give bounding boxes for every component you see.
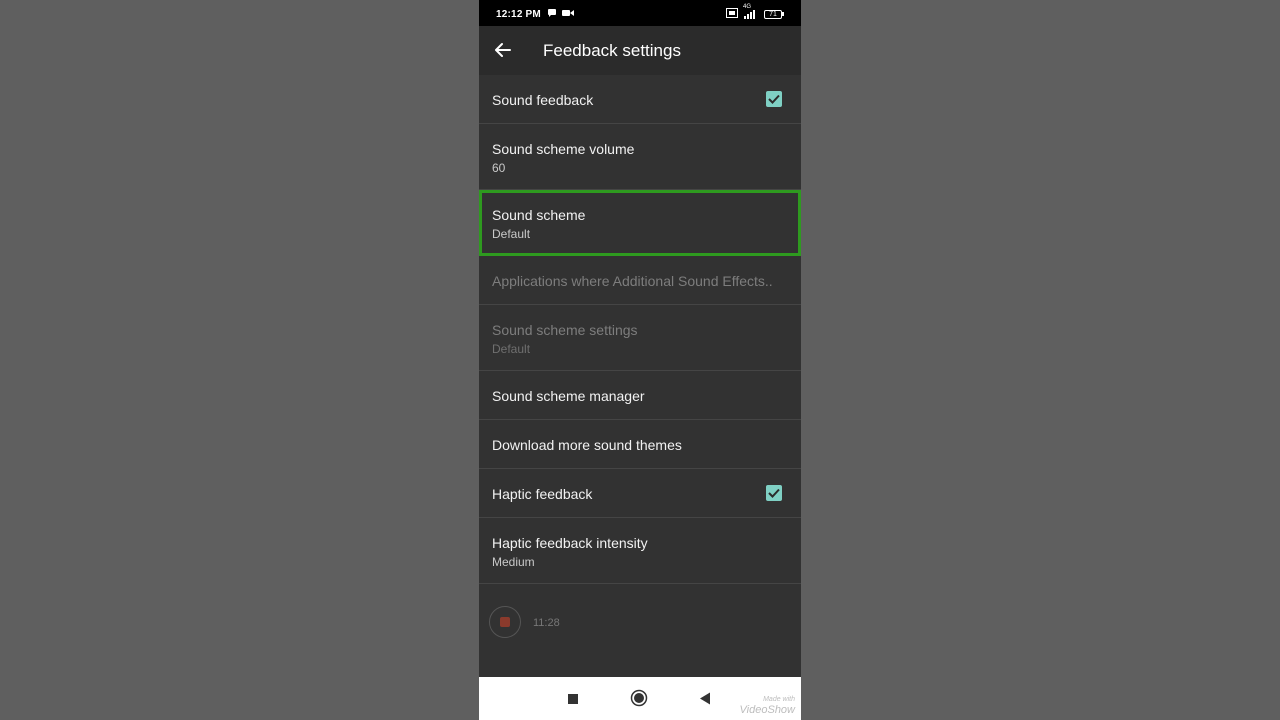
settings-list: Sound feedback Sound scheme volume 60 So…	[479, 75, 801, 584]
setting-label: Sound scheme settings	[492, 322, 638, 338]
volte-icon	[726, 8, 738, 18]
checkmark-icon	[768, 488, 780, 498]
setting-applications-sound-effects: Applications where Additional Sound Effe…	[479, 256, 801, 305]
setting-summary: Medium	[492, 555, 535, 569]
chat-icon	[548, 9, 556, 17]
setting-summary: 60	[492, 161, 506, 175]
setting-sound-scheme[interactable]: Sound scheme Default	[479, 190, 801, 256]
setting-label: Haptic feedback	[492, 486, 593, 502]
record-stop-icon	[500, 617, 510, 627]
screen-recorder-button[interactable]	[489, 606, 521, 638]
page-title: Feedback settings	[543, 41, 681, 60]
setting-haptic-feedback[interactable]: Haptic feedback	[479, 469, 801, 518]
battery-icon: 71	[764, 10, 782, 19]
setting-sound-feedback[interactable]: Sound feedback	[479, 75, 801, 124]
recorder-time: 11:28	[533, 617, 560, 629]
arrow-left-icon[interactable]	[493, 40, 513, 60]
sound-feedback-checkbox[interactable]	[766, 91, 782, 107]
back-triangle-icon[interactable]	[699, 692, 711, 705]
setting-label: Sound scheme	[492, 207, 586, 223]
setting-label: Haptic feedback intensity	[492, 535, 648, 551]
status-time: 12:12 PM	[496, 9, 541, 20]
watermark-line2: VideoShow	[739, 704, 795, 716]
toolbar: Feedback settings	[479, 26, 801, 75]
recents-square-icon[interactable]	[567, 693, 579, 705]
navigation-bar: Made with VideoShow	[479, 677, 801, 720]
setting-label: Download more sound themes	[492, 437, 682, 453]
watermark: Made with VideoShow	[739, 695, 795, 716]
setting-label: Sound scheme volume	[492, 141, 635, 157]
home-circle-icon[interactable]	[630, 689, 648, 707]
haptic-feedback-checkbox[interactable]	[766, 485, 782, 501]
setting-label: Sound scheme manager	[492, 388, 645, 404]
setting-label: Sound feedback	[492, 92, 594, 108]
setting-summary: Default	[492, 342, 531, 356]
battery-level: 71	[769, 11, 777, 18]
battery-tip	[782, 12, 784, 16]
setting-summary: Default	[492, 227, 531, 241]
setting-download-sound-themes[interactable]: Download more sound themes	[479, 420, 801, 469]
signal-icon	[744, 10, 755, 19]
video-camera-icon	[562, 10, 574, 16]
phone-screen: 12:12 PM 4G 71 Feedback settings Sound f…	[479, 0, 801, 720]
status-bar: 12:12 PM 4G 71	[479, 0, 801, 26]
setting-sound-scheme-volume[interactable]: Sound scheme volume 60	[479, 124, 801, 190]
setting-label: Applications where Additional Sound Effe…	[492, 273, 773, 289]
setting-sound-scheme-settings: Sound scheme settings Default	[479, 305, 801, 371]
checkmark-icon	[768, 94, 780, 104]
setting-sound-scheme-manager[interactable]: Sound scheme manager	[479, 371, 801, 420]
setting-haptic-feedback-intensity[interactable]: Haptic feedback intensity Medium	[479, 518, 801, 584]
